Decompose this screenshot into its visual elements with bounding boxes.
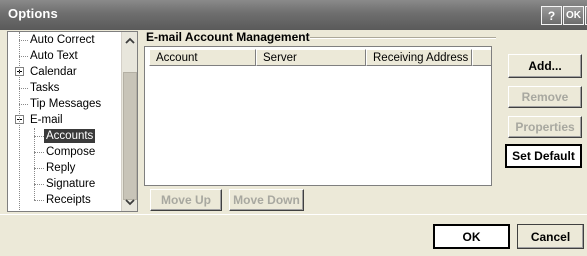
tree-item-label: Compose bbox=[46, 146, 96, 158]
tree-item-reply[interactable]: Reply bbox=[8, 160, 122, 176]
tree-scrollbar[interactable] bbox=[121, 32, 137, 211]
properties-label: Properties bbox=[515, 120, 575, 134]
tree-item-calendar[interactable]: Calendar bbox=[8, 64, 122, 80]
tree-item-e-mail[interactable]: E-mail bbox=[8, 112, 122, 128]
add-button[interactable]: Add... bbox=[508, 54, 582, 78]
move-up-label: Move Up bbox=[160, 193, 211, 207]
tree-item-label: Receipts bbox=[46, 194, 91, 206]
account-list[interactable]: Account Server Receiving Address bbox=[144, 46, 492, 186]
tree-item-tasks[interactable]: Tasks bbox=[8, 80, 122, 96]
scroll-thumb[interactable] bbox=[123, 72, 137, 200]
tree-connector bbox=[19, 40, 28, 41]
tree-connector bbox=[34, 136, 44, 137]
tree-item-label: Auto Correct bbox=[30, 34, 95, 46]
move-up-button[interactable]: Move Up bbox=[150, 189, 222, 211]
tree-item-label: Calendar bbox=[30, 66, 77, 78]
section-divider bbox=[310, 37, 496, 39]
title-ok-button[interactable]: OK bbox=[563, 6, 584, 25]
column-header-filler bbox=[472, 49, 491, 66]
tree-item-auto-text[interactable]: Auto Text bbox=[8, 48, 122, 64]
help-button[interactable]: ? bbox=[541, 6, 562, 25]
column-header-receiving-address[interactable]: Receiving Address bbox=[366, 49, 472, 66]
tree-item-compose[interactable]: Compose bbox=[8, 144, 122, 160]
add-label: Add... bbox=[528, 59, 562, 73]
tree-connector bbox=[19, 88, 28, 89]
section-title: E-mail Account Management bbox=[146, 30, 314, 44]
help-icon: ? bbox=[547, 8, 556, 23]
cancel-label: Cancel bbox=[530, 229, 571, 244]
remove-button[interactable]: Remove bbox=[508, 86, 582, 108]
tree-item-label: E-mail bbox=[30, 114, 63, 126]
tree-item-label: Tasks bbox=[30, 82, 60, 94]
tree-item-signature[interactable]: Signature bbox=[8, 176, 122, 192]
set-default-label: Set Default bbox=[512, 149, 575, 163]
cancel-button[interactable]: Cancel bbox=[517, 224, 584, 249]
tree-root-line bbox=[19, 32, 20, 211]
tree-item-label: Tip Messages bbox=[30, 98, 102, 110]
tree-item-tip-messages[interactable]: Tip Messages bbox=[8, 96, 122, 112]
options-tree[interactable]: Auto Correct Auto Text Calendar Tasks Tip Me… bbox=[7, 31, 138, 212]
tree-item-auto-correct[interactable]: Auto Correct bbox=[8, 32, 122, 48]
column-header-server[interactable]: Server bbox=[256, 49, 366, 66]
title-ok-label: OK bbox=[566, 9, 581, 21]
title-bar: Options ? OK × bbox=[0, 0, 587, 30]
tree-connector bbox=[19, 56, 28, 57]
tree-connector bbox=[34, 152, 44, 153]
column-header-account[interactable]: Account bbox=[149, 49, 256, 66]
move-down-label: Move Down bbox=[233, 193, 300, 207]
tree-item-label: Accounts bbox=[44, 129, 96, 143]
move-down-button[interactable]: Move Down bbox=[229, 189, 304, 211]
remove-label: Remove bbox=[521, 90, 569, 104]
ok-button[interactable]: OK bbox=[433, 224, 510, 249]
tree-item-label: Signature bbox=[46, 178, 96, 190]
tree-connector bbox=[34, 200, 44, 201]
tree-item-receipts[interactable]: Receipts bbox=[8, 192, 122, 208]
chevron-up-icon bbox=[125, 37, 135, 44]
window-title: Options bbox=[8, 6, 58, 21]
tree-child-line bbox=[34, 128, 35, 200]
set-default-button[interactable]: Set Default bbox=[505, 144, 582, 168]
chevron-down-icon bbox=[125, 199, 135, 206]
tree-item-label: Reply bbox=[46, 162, 76, 174]
tree-item-accounts[interactable]: Accounts bbox=[8, 128, 122, 144]
tree-connector bbox=[19, 104, 28, 105]
ok-label: OK bbox=[462, 229, 481, 244]
list-header: Account Server Receiving Address bbox=[145, 47, 491, 66]
tree-connector bbox=[34, 184, 44, 185]
scroll-down-button[interactable] bbox=[122, 194, 137, 211]
scroll-up-button[interactable] bbox=[122, 32, 137, 49]
tree-item-label: Auto Text bbox=[30, 50, 78, 62]
properties-button[interactable]: Properties bbox=[508, 116, 582, 138]
tree-connector bbox=[34, 168, 44, 169]
